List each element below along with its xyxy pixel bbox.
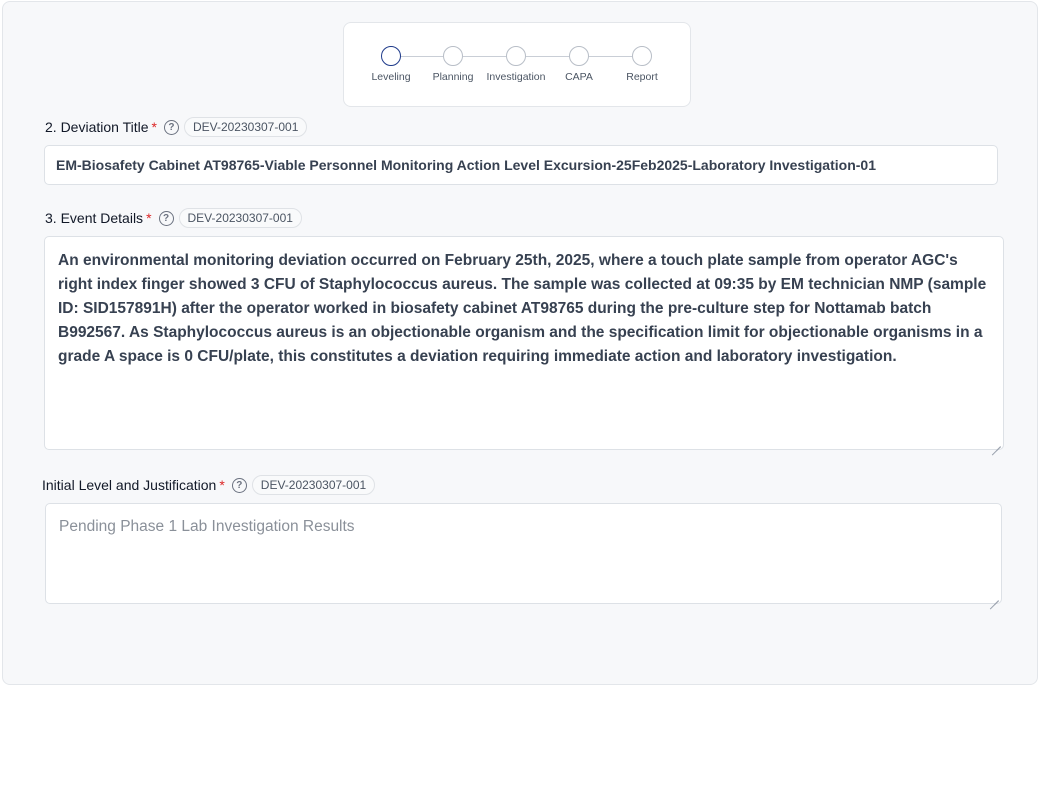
deviation-id-tag: DEV-20230307-001 [183, 117, 308, 137]
initial-level-label: Initial Level and Justification * ? DEV-… [42, 475, 376, 495]
initial-level-label-text: Initial Level and Justification [42, 477, 217, 493]
question-circle-icon[interactable]: ? [231, 477, 247, 493]
form-panel: Leveling Planning Investigation CAPA Rep… [2, 1, 1038, 685]
question-circle-icon[interactable]: ? [158, 210, 174, 226]
deviation-title-input[interactable]: EM-Biosafety Cabinet AT98765-Viable Pers… [44, 145, 998, 185]
step-connector [463, 56, 506, 57]
step-report-dot[interactable] [632, 46, 652, 66]
required-mark: * [151, 119, 157, 135]
event-details-text: An environmental monitoring deviation oc… [58, 252, 987, 365]
step-report-label[interactable]: Report [602, 71, 682, 83]
event-details-label: 3. Event Details * ? DEV-20230307-001 [45, 208, 302, 228]
step-leveling-dot[interactable] [381, 46, 401, 66]
event-details-textarea[interactable]: An environmental monitoring deviation oc… [44, 236, 1004, 450]
step-capa-dot[interactable] [569, 46, 589, 66]
question-circle-icon[interactable]: ? [163, 119, 179, 135]
required-mark: * [146, 210, 152, 226]
resize-handle-icon[interactable] [992, 438, 1001, 447]
event-details-label-text: 3. Event Details [45, 210, 144, 226]
deviation-title-label-text: 2. Deviation Title [45, 119, 149, 135]
deviation-id-tag: DEV-20230307-001 [251, 475, 376, 495]
deviation-title-label: 2. Deviation Title * ? DEV-20230307-001 [45, 117, 308, 137]
initial-level-textarea[interactable]: Pending Phase 1 Lab Investigation Result… [45, 503, 1002, 604]
step-investigation-dot[interactable] [506, 46, 526, 66]
step-connector [526, 56, 569, 57]
step-connector [401, 56, 443, 57]
resize-handle-icon[interactable] [990, 592, 999, 601]
progress-stepper: Leveling Planning Investigation CAPA Rep… [343, 22, 691, 107]
step-connector [589, 56, 632, 57]
initial-level-placeholder: Pending Phase 1 Lab Investigation Result… [59, 518, 355, 535]
step-planning-dot[interactable] [443, 46, 463, 66]
required-mark: * [219, 477, 225, 493]
deviation-id-tag: DEV-20230307-001 [178, 208, 302, 228]
